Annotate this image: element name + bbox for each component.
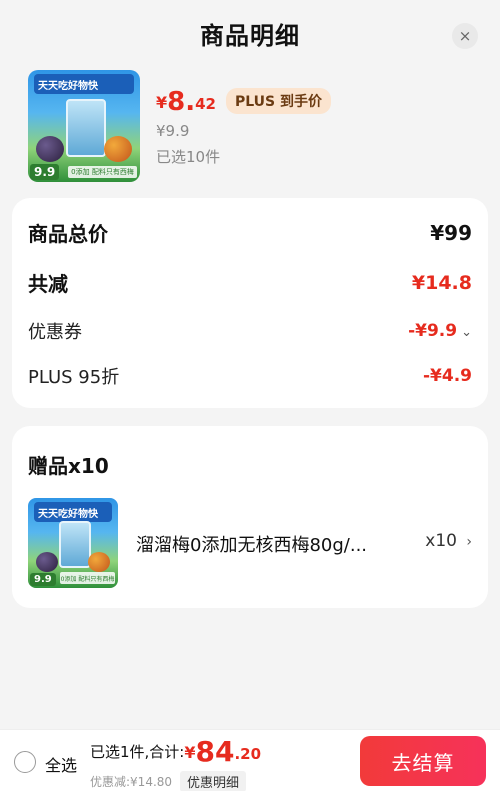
header: 商品明细 × <box>0 0 500 66</box>
coupon-label: 优惠券 <box>28 322 82 343</box>
gift-item-qty-group[interactable]: x10 › <box>425 531 472 551</box>
thumb-footer-text: 0添加 配料只有西梅 <box>60 572 115 584</box>
discount-text: 优惠减:¥14.80 <box>90 775 173 789</box>
price-row: ¥ 8. 42 PLUS 到手价 <box>156 88 331 115</box>
gift-thumbnail: 天天吃好物快 9.9 0添加 配料只有西梅 <box>28 498 118 588</box>
fruit-image <box>88 552 110 572</box>
checkout-button[interactable]: 去结算 <box>360 736 486 786</box>
gift-item-qty: x10 <box>425 531 457 551</box>
total-integer: 84 <box>195 735 235 768</box>
product-thumbnail[interactable]: 天天吃好物快 9.9 0添加 配料只有西梅 <box>28 70 140 182</box>
order-total-line: 已选1件,合计: ¥ 84 .20 <box>90 738 261 766</box>
total-price-value: ¥99 <box>430 220 472 245</box>
total-decimal: .20 <box>234 745 262 763</box>
price-currency: ¥ <box>156 93 168 112</box>
checkout-bar: 全选 已选1件,合计: ¥ 84 .20 优惠减:¥14.80 优惠明细 去结算 <box>0 729 500 791</box>
chevron-right-icon[interactable]: › <box>466 534 472 550</box>
product-bag-image <box>66 99 107 158</box>
thumb-banner: 天天吃好物快 <box>34 502 112 522</box>
total-reduce-row: 共减 ¥14.8 <box>28 268 472 297</box>
plum-image <box>36 552 58 572</box>
chevron-down-icon[interactable]: ⌄ <box>461 325 472 340</box>
total-reduce-label: 共减 <box>28 272 68 296</box>
total-currency: ¥ <box>184 743 196 762</box>
gift-item[interactable]: 天天吃好物快 9.9 0添加 配料只有西梅 溜溜梅0添加无核西梅80g/... … <box>28 498 472 588</box>
price-summary-card: 商品总价 ¥99 共减 ¥14.8 优惠券 -¥9.9 ⌄ PLUS 95折 -¥… <box>12 198 488 408</box>
thumb-footer-text: 0添加 配料只有西梅 <box>68 166 137 178</box>
gift-card: 赠品x10 天天吃好物快 9.9 0添加 配料只有西梅 溜溜梅0添加无核西梅80… <box>12 426 488 608</box>
plus-price-badge: PLUS 到手价 <box>225 88 331 114</box>
fruit-image <box>104 136 132 162</box>
gift-title: 赠品x10 <box>28 454 109 478</box>
coupon-row[interactable]: 优惠券 -¥9.9 ⌄ <box>28 318 472 344</box>
price-decimal: 42 <box>195 95 216 113</box>
selected-count: 已选10件 <box>156 148 221 166</box>
coupon-value: -¥9.9 <box>408 321 458 341</box>
price-integer: 8. <box>167 87 196 117</box>
original-price: ¥9.9 <box>156 122 190 140</box>
thumb-banner: 天天吃好物快 <box>34 74 134 94</box>
product-header: 天天吃好物快 9.9 0添加 配料只有西梅 ¥ 8. 42 PLUS 到手价 ¥… <box>28 70 478 182</box>
close-icon[interactable]: × <box>452 23 478 49</box>
plum-image <box>36 136 64 162</box>
total-price-row: 商品总价 ¥99 <box>28 218 472 247</box>
select-all-radio[interactable] <box>14 751 36 773</box>
product-bag-image <box>58 521 91 569</box>
plus-discount-value: -¥4.9 <box>423 366 472 386</box>
thumb-price-tag: 9.9 <box>30 573 56 586</box>
total-price-label: 商品总价 <box>28 222 108 246</box>
discount-line: 优惠减:¥14.80 优惠明细 <box>90 771 247 791</box>
total-reduce-value: ¥14.8 <box>411 271 472 294</box>
coupon-value-group[interactable]: -¥9.9 ⌄ <box>408 321 472 341</box>
gift-item-name: 溜溜梅0添加无核西梅80g/... <box>136 535 368 556</box>
discount-detail-button[interactable]: 优惠明细 <box>180 771 247 791</box>
thumb-price-tag: 9.9 <box>30 164 60 180</box>
plus-discount-row: PLUS 95折 -¥4.9 <box>28 363 472 389</box>
select-all-label[interactable]: 全选 <box>45 752 77 776</box>
page-title: 商品明细 <box>200 21 300 50</box>
order-summary-text: 已选1件,合计: <box>90 743 185 761</box>
plus-discount-label: PLUS 95折 <box>28 367 120 388</box>
